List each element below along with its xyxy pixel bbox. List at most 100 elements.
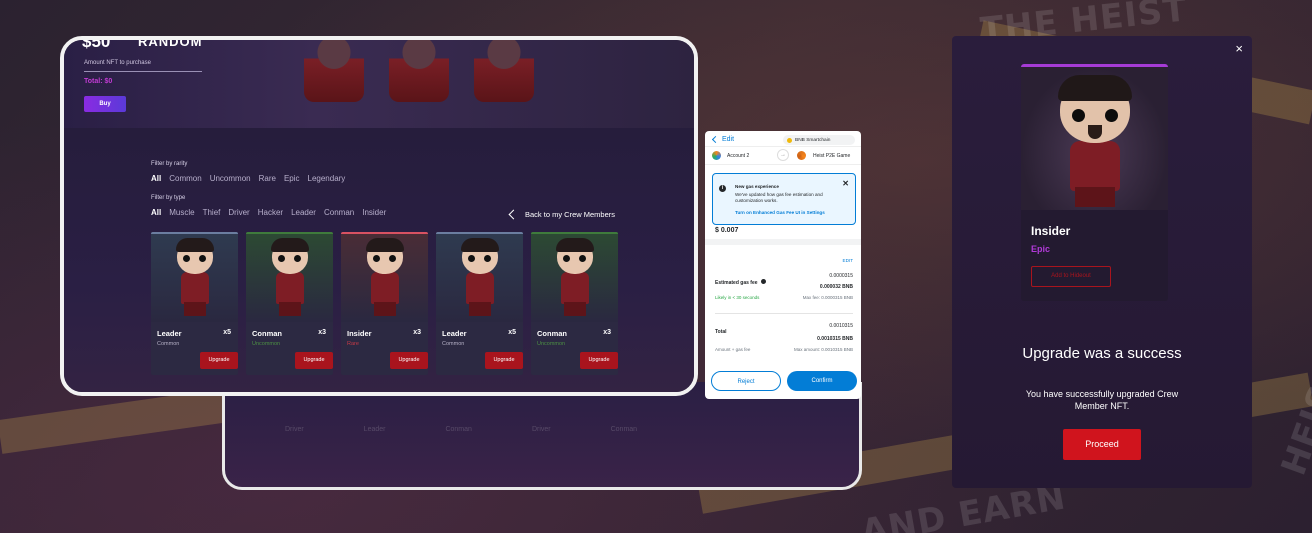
notice-link[interactable]: Turn on Enhanced Gas Fee UI in Settings (735, 210, 825, 215)
reject-button[interactable]: Reject (711, 371, 781, 391)
crew-card-count: x5 (223, 329, 231, 336)
ghost-label: Conman (445, 426, 472, 433)
bnb-icon (787, 137, 792, 143)
amount-partial: $ 0.007 (715, 227, 739, 234)
crew-card[interactable]: Insider x3 Rare Upgrade (341, 232, 428, 375)
crew-card-rarity: Common (442, 341, 465, 347)
crew-card-count: x3 (603, 329, 611, 336)
gas-bnb: 0.000032 BNB (819, 284, 853, 290)
crew-figure (266, 238, 314, 318)
rarity-filter-legendary[interactable]: Legendary (308, 174, 346, 183)
crew-card[interactable]: Leader x5 Common Upgrade (151, 232, 238, 375)
gas-notice: i ✕ New gas experience We've updated how… (712, 173, 856, 225)
rarity-filter-uncommon[interactable]: Uncommon (210, 174, 251, 183)
rarity-stripe (341, 232, 428, 234)
likely-time: Likely in < 30 seconds (715, 295, 760, 300)
crew-card-rarity: Uncommon (537, 341, 566, 347)
crew-card-rarity: Rare (347, 341, 359, 347)
upgrade-button[interactable]: Upgrade (200, 352, 238, 369)
proceed-button[interactable]: Proceed (1063, 429, 1141, 460)
filter-type-label: Filter by type (151, 195, 186, 201)
crew-card-name: Insider (347, 329, 372, 338)
nft-name: Insider (1031, 224, 1071, 238)
total-value: 0.0010315 (829, 323, 853, 329)
hero-figures (304, 40, 534, 102)
rarity-filter-all[interactable]: All (151, 174, 161, 183)
back-link-label: Back to my Crew Members (525, 210, 616, 219)
gas-label: Estimated gas fee (715, 280, 758, 286)
add-to-hideout-button[interactable]: Add to Hideout (1031, 266, 1111, 287)
crew-card-count: x3 (413, 329, 421, 336)
ghost-label: Driver (285, 426, 304, 433)
crew-card-image (151, 232, 238, 322)
upgrade-button[interactable]: Upgrade (295, 352, 333, 369)
crew-card-name: Leader (157, 329, 182, 338)
crew-figure (171, 238, 219, 318)
rarity-filter-epic[interactable]: Epic (284, 174, 300, 183)
rarity-filter-common[interactable]: Common (169, 174, 201, 183)
amount-input[interactable] (84, 71, 202, 72)
amount-label: Amount NFT to purchase (84, 60, 151, 66)
crew-card-image (246, 232, 333, 322)
type-filter-conman[interactable]: Conman (324, 208, 354, 217)
hero-figure (474, 40, 534, 102)
network-label: BNB Smartchain (795, 137, 831, 143)
back-to-crew-link[interactable]: Back to my Crew Members (508, 209, 616, 220)
ghost-card-row: Driver Leader Conman Driver Conman (285, 426, 637, 433)
info-icon: i (719, 185, 726, 192)
nft-image (1021, 67, 1168, 210)
type-filter-insider[interactable]: Insider (362, 208, 386, 217)
rarity-filter: All Common Uncommon Rare Epic Legendary (151, 174, 345, 183)
amount-gas-label: Amount + gas fee (715, 347, 751, 352)
upgrade-button[interactable]: Upgrade (580, 352, 618, 369)
gas-value: 0.0000315 (829, 273, 853, 279)
upgrade-button[interactable]: Upgrade (485, 352, 523, 369)
success-title: Upgrade was a success (1022, 345, 1182, 362)
ghost-label: Conman (610, 426, 638, 433)
buy-button[interactable]: Buy (84, 96, 126, 112)
max-amount: Max amount: 0.0010315 BNB (793, 347, 853, 352)
wallet-edit-button[interactable]: Edit (711, 135, 734, 144)
crew-card[interactable]: Conman x3 Uncommon Upgrade (246, 232, 333, 375)
rarity-filter-rare[interactable]: Rare (259, 174, 276, 183)
info-icon (760, 279, 766, 284)
ghost-label: Leader (363, 426, 386, 433)
type-filter: All Muscle Thief Driver Hacker Leader Co… (151, 208, 386, 217)
crew-card-rarity: Common (157, 341, 180, 347)
type-filter-leader[interactable]: Leader (291, 208, 316, 217)
type-filter-hacker[interactable]: Hacker (258, 208, 283, 217)
rarity-stripe (436, 232, 523, 234)
gas-label-row: Estimated gas fee (715, 279, 766, 286)
type-filter-driver[interactable]: Driver (228, 208, 249, 217)
chevron-left-icon (508, 209, 519, 220)
gas-edit-link[interactable]: EDIT (843, 258, 853, 263)
account-row: Account 2 → Heist P2E Game (705, 147, 861, 165)
crew-card-list: Leader x5 Common Upgrade Conman x3 Uncom… (151, 232, 618, 375)
crew-card-count: x3 (318, 329, 326, 336)
crew-card-name: Conman (252, 329, 282, 338)
close-icon[interactable]: × (1235, 41, 1243, 56)
success-text: You have successfully upgraded Crew Memb… (1025, 389, 1179, 411)
account-from: Account 2 (727, 153, 750, 159)
confirm-button[interactable]: Confirm (787, 371, 857, 391)
notice-text: We've updated how gas fee estimation and… (735, 192, 823, 203)
type-filter-thief[interactable]: Thief (203, 208, 221, 217)
wallet-header: Edit BNB Smartchain (705, 131, 861, 147)
upgrade-success-modal: × Insider Epic Add to Hideout Upgrade wa… (952, 36, 1252, 488)
total: Total: $0 (84, 78, 113, 85)
account-to: Heist P2E Game (813, 153, 851, 159)
network-badge[interactable]: BNB Smartchain (783, 135, 855, 145)
arrow-right-icon: → (777, 149, 789, 161)
type-filter-muscle[interactable]: Muscle (169, 208, 194, 217)
crew-card-count: x5 (508, 329, 516, 336)
crew-card[interactable]: Conman x3 Uncommon Upgrade (531, 232, 618, 375)
ghost-label: Driver (531, 426, 551, 433)
rarity-stripe (246, 232, 333, 234)
crew-figure (361, 238, 409, 318)
crew-card[interactable]: Leader x5 Common Upgrade (436, 232, 523, 375)
close-icon[interactable]: ✕ (842, 179, 849, 188)
crew-card-name: Leader (442, 329, 467, 338)
type-filter-all[interactable]: All (151, 208, 161, 217)
chevron-left-icon (711, 135, 720, 144)
upgrade-button[interactable]: Upgrade (390, 352, 428, 369)
